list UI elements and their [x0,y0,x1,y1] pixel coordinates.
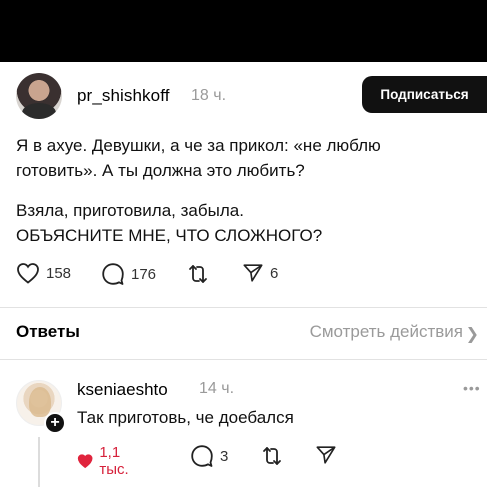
more-horizontal-icon[interactable]: ••• [463,380,481,396]
post-text-paragraph-2: Взяла, приготовила, забыла. ОБЪЯСНИТЕ МН… [16,198,456,248]
divider [0,359,487,360]
heart-icon [77,454,93,469]
reply-username[interactable]: kseniaeshto [77,380,168,400]
post-time: 18 ч. [191,87,227,104]
thread-card: pr_shishkoff 18 ч. Подписаться Я в ахуе.… [0,62,487,500]
like-count: 158 [46,264,72,282]
post-text-line: ОБЪЯСНИТЕ МНЕ, ЧТО СЛОЖНОГО? [16,226,323,245]
comment-button[interactable]: 176 [101,262,156,286]
repost-button[interactable] [186,262,210,286]
plus-icon[interactable]: + [44,412,66,434]
post-author-avatar[interactable] [16,73,62,119]
reply-comment-count: 3 [220,447,229,465]
speech-bubble-icon [191,445,213,467]
chevron-right-icon[interactable]: ❯ [466,324,479,344]
share-count: 6 [270,264,279,282]
divider [0,307,487,308]
send-icon [316,446,336,464]
post-username[interactable]: pr_shishkoff [77,86,170,106]
comment-count: 176 [131,265,157,283]
reply-like-count: 1,1 тыс. [99,444,129,478]
like-button[interactable]: 158 [16,262,71,284]
reply-repost-button[interactable] [260,444,284,468]
subscribe-button[interactable]: Подписаться [362,76,487,113]
reply-comment-button[interactable]: 3 [190,444,228,468]
heart-icon [17,263,39,284]
share-button[interactable]: 6 [242,262,278,284]
thread-line [38,437,40,487]
view-actions-link[interactable]: Смотреть действия [310,322,463,342]
post-text-paragraph-1: Я в ахуе. Девушки, а че за прикол: «не л… [16,136,381,180]
repost-icon [263,447,281,465]
send-icon [243,264,263,282]
reply-text: Так приготовь, че доебался [77,408,294,427]
top-black-bar [0,0,487,62]
repost-icon [189,265,207,283]
reply-time: 14 ч. [199,380,235,397]
post-text-line: Взяла, приготовила, забыла. [16,201,244,220]
answers-title: Ответы [16,322,80,341]
reply-like-button[interactable]: 1,1 тыс. [77,444,136,478]
reply-share-button[interactable] [315,444,337,466]
speech-bubble-icon [102,263,124,285]
